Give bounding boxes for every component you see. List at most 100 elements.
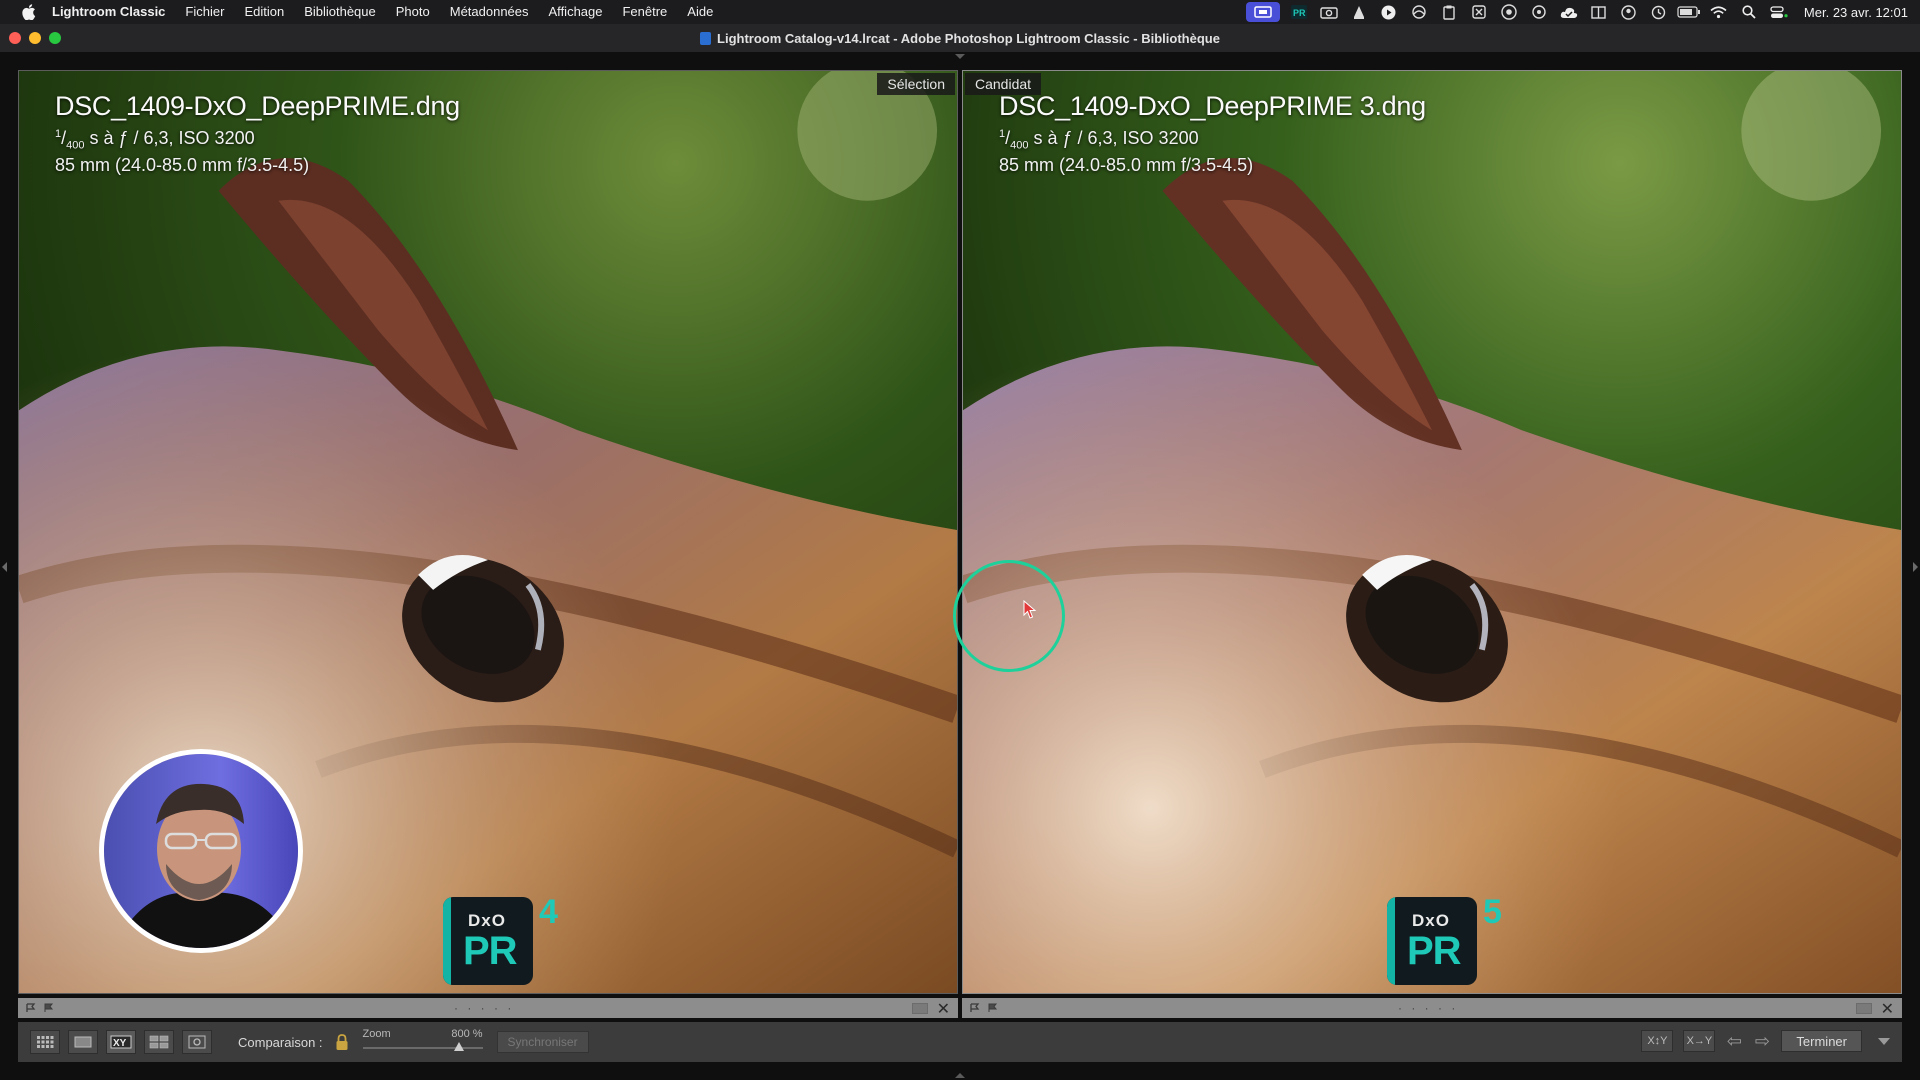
menu-edition[interactable]: Edition — [234, 0, 294, 24]
zoom-value: 800 % — [451, 1028, 483, 1040]
photo-info-overlay: DSC_1409-DxO_DeepPRIME.dng 1/400 s à ƒ /… — [55, 91, 460, 176]
reject-flag-icon[interactable] — [26, 1003, 36, 1013]
right-panel-toggle-icon[interactable] — [1913, 562, 1918, 572]
select-photo-panel[interactable]: DSC_1409-DxO_DeepPRIME.dng 1/400 s à ƒ /… — [18, 70, 958, 994]
exposure-denominator: 400 — [1010, 139, 1029, 152]
photo-filename: DSC_1409-DxO_DeepPRIME.dng — [55, 91, 460, 121]
presenter-avatar — [99, 749, 303, 953]
color-label-swatch[interactable] — [1856, 1003, 1872, 1014]
pureraw-product-text: PR — [463, 929, 518, 973]
toolbar-right-controls: X↕Y X→Y ⇦ ⇨ Terminer — [1641, 1030, 1890, 1052]
exposure-details: s à ƒ / 6,3, ISO 3200 — [84, 128, 255, 148]
bottom-panel-toggle-icon[interactable] — [955, 1073, 965, 1078]
user-account-icon[interactable] — [1614, 0, 1644, 24]
pureraw-version-label: 5 — [1483, 893, 1502, 931]
menu-metadonnees[interactable]: Métadonnées — [440, 0, 539, 24]
window-title: Lightroom Catalog-v14.lrcat - Adobe Phot… — [717, 30, 1220, 46]
compare-view-workspace: DSC_1409-DxO_DeepPRIME.dng 1/400 s à ƒ /… — [0, 52, 1920, 1080]
time-machine-icon[interactable] — [1644, 0, 1674, 24]
pureraw-product-text: PR — [1407, 929, 1462, 973]
photo-exposure: 1/400 s à ƒ / 6,3, ISO 3200 — [55, 128, 255, 152]
search-icon[interactable] — [1734, 0, 1764, 24]
pick-flag-icon[interactable] — [44, 1003, 54, 1013]
close-window-button[interactable] — [9, 32, 21, 44]
menu-fenetre[interactable]: Fenêtre — [612, 0, 677, 24]
svg-text:PR: PR — [1293, 8, 1306, 18]
control-center-icon[interactable] — [1764, 0, 1794, 24]
lock-icon[interactable] — [335, 1033, 349, 1051]
loupe-view-button[interactable] — [68, 1030, 98, 1054]
candidate-photo-strip: · · · · · ✕ — [962, 998, 1902, 1018]
watch-icon[interactable] — [1524, 0, 1554, 24]
top-panel-toggle-icon[interactable] — [955, 54, 965, 59]
user-upload-icon[interactable] — [1344, 0, 1374, 24]
photo-info-overlay: DSC_1409-DxO_DeepPRIME 3.dng 1/400 s à ƒ… — [999, 91, 1426, 176]
photo-filename: DSC_1409-DxO_DeepPRIME 3.dng — [999, 91, 1426, 121]
menu-bibliotheque[interactable]: Bibliothèque — [294, 0, 386, 24]
candidate-tag: Candidat — [965, 73, 1042, 95]
pick-flag-icon[interactable] — [988, 1003, 998, 1013]
previous-photo-icon[interactable]: ⇦ — [1725, 1031, 1743, 1052]
photo-lens: 85 mm (24.0-85.0 mm f/3.5-4.5) — [999, 154, 1254, 175]
menu-aide[interactable]: Aide — [677, 0, 723, 24]
cloud-check-icon[interactable] — [1554, 0, 1584, 24]
grid-view-button[interactable] — [30, 1030, 60, 1054]
menu-affichage[interactable]: Affichage — [539, 0, 613, 24]
candidate-photo-panel[interactable]: DSC_1409-DxO_DeepPRIME 3.dng 1/400 s à ƒ… — [962, 70, 1902, 994]
menu-app-name[interactable]: Lightroom Classic — [40, 0, 175, 24]
zoom-slider-track[interactable] — [362, 1047, 483, 1049]
select-photo-strip: · · · · · ✕ — [18, 998, 958, 1018]
compare-view-button[interactable]: XY — [106, 1030, 136, 1054]
zoom-window-button[interactable] — [49, 32, 61, 44]
rating-dots[interactable]: · · · · · — [1398, 1001, 1458, 1015]
play-icon[interactable] — [1374, 0, 1404, 24]
menu-fichier[interactable]: Fichier — [175, 0, 234, 24]
command-icon[interactable] — [1464, 0, 1494, 24]
pureraw-version-label: 4 — [539, 893, 558, 931]
minimize-window-button[interactable] — [29, 32, 41, 44]
menubar-clock[interactable]: Mer. 23 avr. 12:01 — [1804, 5, 1908, 20]
squirrel-photo-candidate — [963, 71, 1901, 993]
dxo-brand-text: DxO — [1412, 911, 1450, 930]
menu-photo[interactable]: Photo — [386, 0, 440, 24]
svg-text:XY: XY — [113, 1038, 127, 1049]
select-tag: Sélection — [877, 73, 955, 95]
cloud-sync-icon[interactable] — [1404, 0, 1434, 24]
library-toolbar: XY Comparaison : Zoom 800 % Synchroniser… — [18, 1022, 1902, 1062]
chrome-icon[interactable] — [1494, 0, 1524, 24]
toolbar-options-chevron-icon[interactable] — [1878, 1037, 1890, 1045]
window-controls — [9, 32, 61, 44]
wifi-icon[interactable] — [1704, 0, 1734, 24]
close-icon[interactable]: ✕ — [937, 999, 950, 1019]
window-tile-icon[interactable] — [1584, 0, 1614, 24]
compare-xy-icon: XY — [110, 1035, 132, 1049]
mouse-cursor-icon — [1023, 600, 1037, 619]
people-view-icon — [188, 1035, 206, 1049]
rating-dots[interactable]: · · · · · — [454, 1001, 514, 1015]
photo-lens: 85 mm (24.0-85.0 mm f/3.5-4.5) — [55, 154, 310, 175]
sync-button[interactable]: Synchroniser — [496, 1031, 589, 1053]
swap-button[interactable]: X↕Y — [1641, 1030, 1674, 1052]
clipboard-icon[interactable] — [1434, 0, 1464, 24]
make-select-button[interactable]: X→Y — [1683, 1030, 1716, 1052]
menu-bar: Lightroom Classic Fichier Edition Biblio… — [0, 0, 1920, 24]
survey-view-button[interactable] — [144, 1030, 174, 1054]
next-photo-icon[interactable]: ⇨ — [1753, 1031, 1771, 1052]
cursor-highlight-ring — [953, 560, 1065, 672]
camera-icon[interactable] — [1314, 0, 1344, 24]
close-icon[interactable]: ✕ — [1881, 999, 1894, 1019]
exposure-details: s à ƒ / 6,3, ISO 3200 — [1028, 128, 1199, 148]
zoom-slider-thumb[interactable] — [453, 1042, 464, 1051]
reject-flag-icon[interactable] — [970, 1003, 980, 1013]
battery-icon[interactable] — [1674, 0, 1704, 24]
color-label-swatch[interactable] — [912, 1003, 928, 1014]
screen-share-icon[interactable] — [1245, 2, 1280, 22]
window-title-bar: Lightroom Catalog-v14.lrcat - Adobe Phot… — [0, 24, 1920, 52]
pureraw-icon[interactable]: PR — [1284, 0, 1314, 24]
people-view-button[interactable] — [182, 1030, 212, 1054]
left-panel-toggle-icon[interactable] — [2, 562, 7, 572]
zoom-control: Zoom 800 % — [362, 1027, 483, 1057]
apple-icon[interactable] — [18, 0, 40, 24]
photo-exposure: 1/400 s à ƒ / 6,3, ISO 3200 — [999, 128, 1199, 152]
done-button[interactable]: Terminer — [1781, 1030, 1862, 1052]
